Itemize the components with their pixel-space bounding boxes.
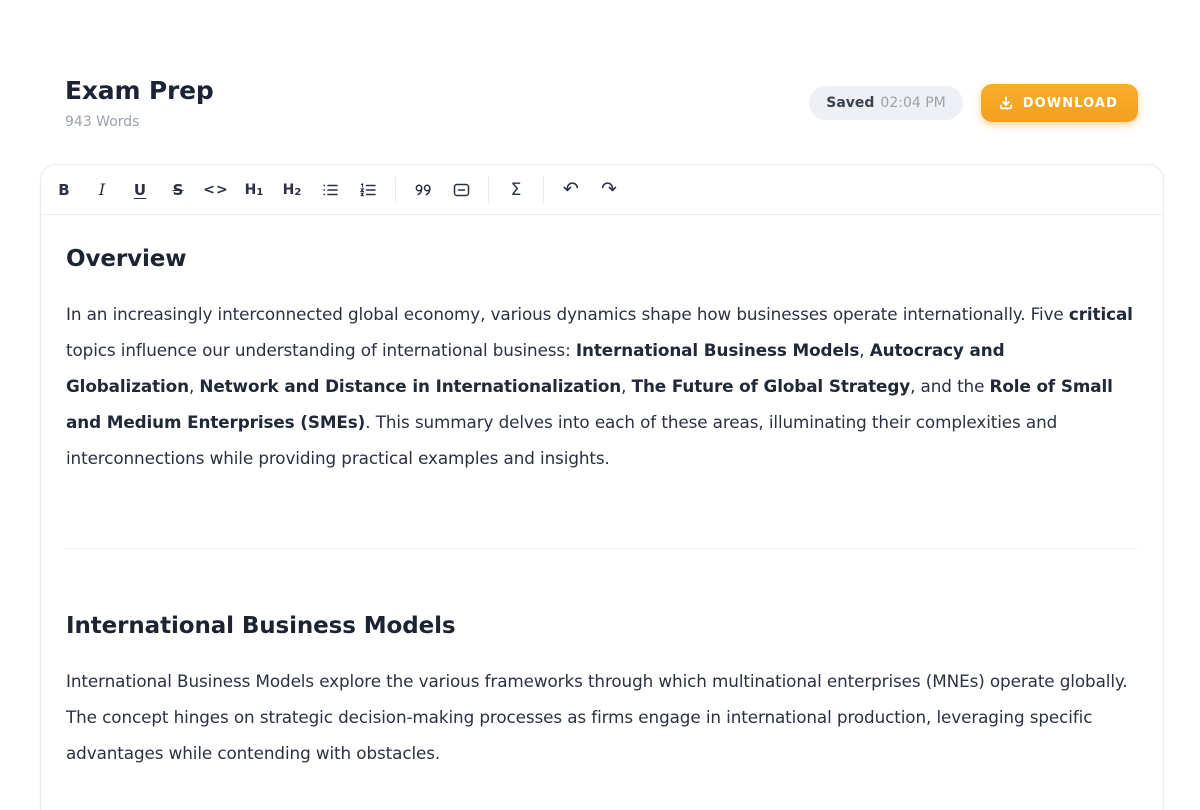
underline-button[interactable]: U bbox=[121, 173, 159, 207]
title-block: Exam Prep 943 Words bbox=[65, 76, 214, 130]
strikethrough-button[interactable]: S bbox=[159, 173, 197, 207]
undo-button[interactable]: ↶ bbox=[552, 173, 590, 207]
saved-label: Saved bbox=[826, 95, 874, 111]
toolbar-divider bbox=[488, 177, 489, 203]
redo-icon: ↷ bbox=[601, 180, 617, 199]
horizontal-rule-button[interactable] bbox=[442, 173, 480, 207]
bold-icon: B bbox=[58, 181, 69, 199]
document-editor-content[interactable]: Overview In an increasingly interconnect… bbox=[41, 215, 1163, 771]
download-label: DOWNLOAD bbox=[1023, 96, 1118, 111]
section-divider bbox=[66, 548, 1138, 549]
section-paragraph[interactable]: International Business Models explore th… bbox=[66, 663, 1138, 771]
strikethrough-icon: S bbox=[173, 181, 184, 199]
bullet-list-button[interactable] bbox=[311, 173, 349, 207]
formula-button[interactable]: Σ bbox=[497, 173, 535, 207]
section-heading-overview[interactable]: Overview bbox=[66, 246, 1138, 272]
download-button[interactable]: DOWNLOAD bbox=[981, 84, 1138, 122]
section-paragraph[interactable]: In an increasingly interconnected global… bbox=[66, 296, 1138, 476]
blockquote-button[interactable] bbox=[404, 173, 442, 207]
heading1-icon: H bbox=[245, 182, 257, 198]
italic-button[interactable]: I bbox=[83, 173, 121, 207]
download-icon bbox=[998, 95, 1014, 111]
toolbar-divider bbox=[543, 177, 544, 203]
bullet-list-icon bbox=[322, 182, 339, 198]
ordered-list-icon bbox=[360, 182, 377, 198]
bold-button[interactable]: B bbox=[45, 173, 83, 207]
redo-button[interactable]: ↷ bbox=[590, 173, 628, 207]
section-heading-international-business-models[interactable]: International Business Models bbox=[66, 613, 1138, 639]
heading2-button[interactable]: H2 bbox=[273, 173, 311, 207]
heading2-icon: H bbox=[283, 182, 295, 198]
sigma-icon: Σ bbox=[511, 180, 522, 200]
ordered-list-button[interactable] bbox=[349, 173, 387, 207]
heading1-button[interactable]: H1 bbox=[235, 173, 273, 207]
horizontal-rule-icon bbox=[453, 182, 470, 198]
header-actions: Saved 02:04 PM DOWNLOAD bbox=[809, 84, 1138, 122]
blockquote-icon bbox=[414, 182, 432, 198]
underline-icon: U bbox=[134, 181, 146, 199]
editor-card: B I U S <> H1 H2 bbox=[40, 164, 1164, 810]
page-title: Exam Prep bbox=[65, 76, 214, 105]
saved-status-badge: Saved 02:04 PM bbox=[809, 86, 963, 120]
italic-icon: I bbox=[99, 180, 105, 199]
word-count: 943 Words bbox=[65, 114, 214, 130]
code-button[interactable]: <> bbox=[197, 173, 235, 207]
code-icon: <> bbox=[203, 182, 228, 198]
toolbar-divider bbox=[395, 177, 396, 203]
formatting-toolbar: B I U S <> H1 H2 bbox=[41, 165, 1163, 215]
saved-time: 02:04 PM bbox=[880, 95, 945, 111]
undo-icon: ↶ bbox=[563, 180, 579, 199]
page-header: Exam Prep 943 Words Saved 02:04 PM DOWNL… bbox=[65, 76, 1138, 130]
